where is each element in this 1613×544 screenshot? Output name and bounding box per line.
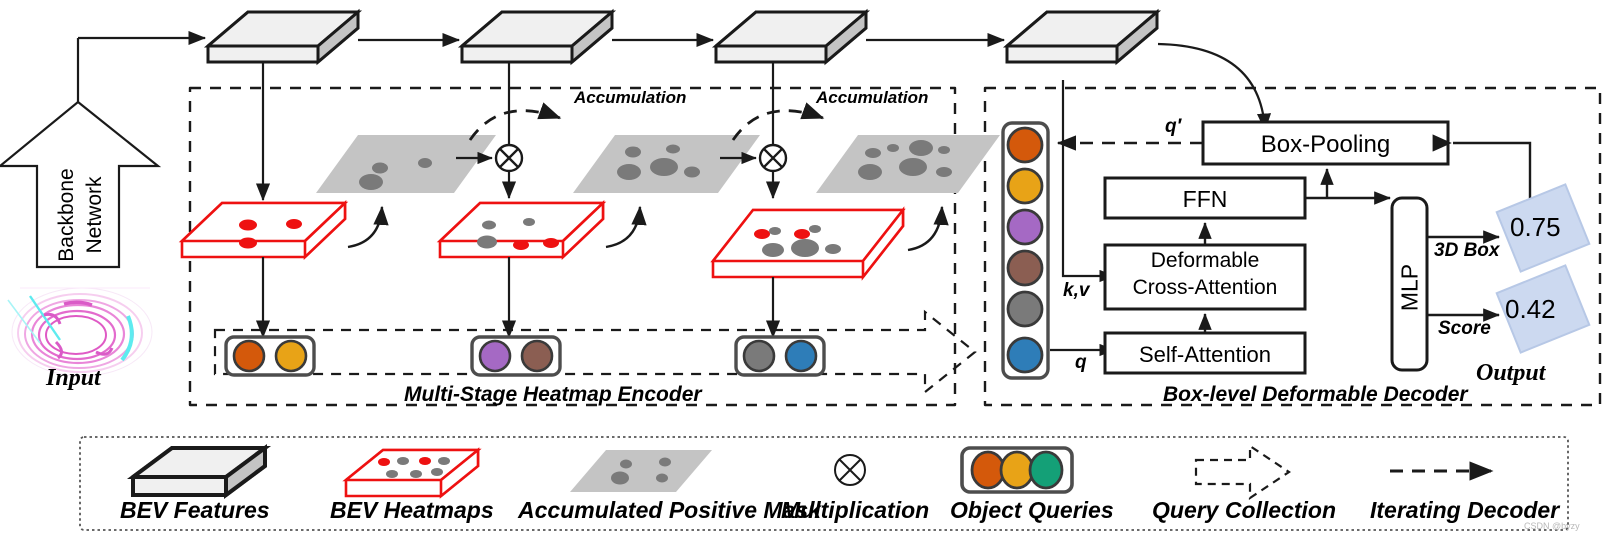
encoder-caption: Multi-Stage Heatmap Encoder — [404, 383, 702, 406]
legend-hollow-arrow-icon — [1194, 443, 1291, 501]
decoder-query-column — [1001, 121, 1050, 380]
object-queries-capsule-3 — [734, 335, 826, 377]
object-queries-capsule-1 — [224, 335, 316, 377]
accumulation-label-1: Accumulation — [574, 88, 687, 107]
legend-object-queries-icon — [960, 446, 1074, 494]
bev-feature-slab-4 — [1002, 8, 1162, 66]
score-label: Score — [1438, 318, 1491, 339]
mask-plane-3 — [816, 135, 1000, 193]
backbone-label-line2: Network — [83, 176, 106, 254]
bev-feature-slab-2 — [457, 8, 617, 66]
multiplication-node-1 — [494, 143, 524, 173]
box3d-label: 3D Box — [1434, 240, 1500, 261]
self-attention-label: Self-Attention — [1138, 342, 1272, 367]
legend-label-accumulated-positive-mask: Accumulated Positive Mask — [518, 497, 821, 523]
output-value-1: 0.75 — [1510, 212, 1561, 242]
object-queries-capsule-2 — [470, 335, 562, 377]
decoder-caption: Box-level Deformable Decoder — [1163, 383, 1468, 406]
mask-plane-1 — [316, 135, 496, 193]
watermark: CSDN @byzy — [1524, 521, 1580, 531]
query-collection-arrow — [213, 309, 977, 395]
bev-heatmap-slab-2 — [436, 199, 607, 261]
box-pooling-label: Box-Pooling — [1260, 131, 1391, 158]
legend-label-iterating-decoder: Iterating Decoder — [1370, 497, 1560, 523]
legend-label-bev-features: BEV Features — [120, 497, 270, 523]
legend-label-multiplication: Multiplication — [781, 497, 930, 523]
bev-heatmap-slab-1 — [178, 199, 349, 261]
legend-mask-plane-icon — [570, 450, 712, 492]
multiplication-node-2 — [758, 143, 788, 173]
output-value-2: 0.42 — [1505, 294, 1556, 324]
q-label: q — [1075, 352, 1087, 373]
legend-bev-feature-slab-icon — [126, 444, 272, 499]
legend-label-object-queries: Object Queries — [950, 497, 1114, 523]
backbone-label-line1: Backbone — [55, 168, 78, 262]
legend-bev-heatmap-slab-icon — [342, 447, 482, 499]
legend-label-bev-heatmaps: BEV Heatmaps — [330, 497, 494, 523]
q-prime-label: q′ — [1165, 116, 1182, 137]
input-point-cloud-icon — [7, 287, 153, 377]
legend-label-query-collection: Query Collection — [1152, 497, 1337, 523]
kv-label: k,v — [1063, 280, 1090, 301]
cross-attention-label-line1: Deformable — [1150, 249, 1260, 272]
bev-feature-slab-1 — [203, 8, 363, 66]
cross-attention-label-line2: Cross-Attention — [1132, 276, 1278, 299]
output-caption: Output — [1476, 360, 1546, 386]
ffn-label: FFN — [1182, 186, 1228, 212]
figure-root: Backbone Network Input Accumulation Accu… — [0, 0, 1613, 544]
mlp-label-wrap: MLP — [1396, 263, 1423, 312]
bev-heatmap-slab-3 — [710, 206, 906, 281]
mask-plane-2 — [573, 135, 760, 193]
diagram-canvas — [0, 8, 1602, 531]
accumulation-label-2: Accumulation — [816, 88, 929, 107]
bev-feature-slab-3 — [711, 8, 871, 66]
legend-multiplication-icon — [834, 454, 866, 486]
input-caption: Input — [46, 365, 101, 391]
